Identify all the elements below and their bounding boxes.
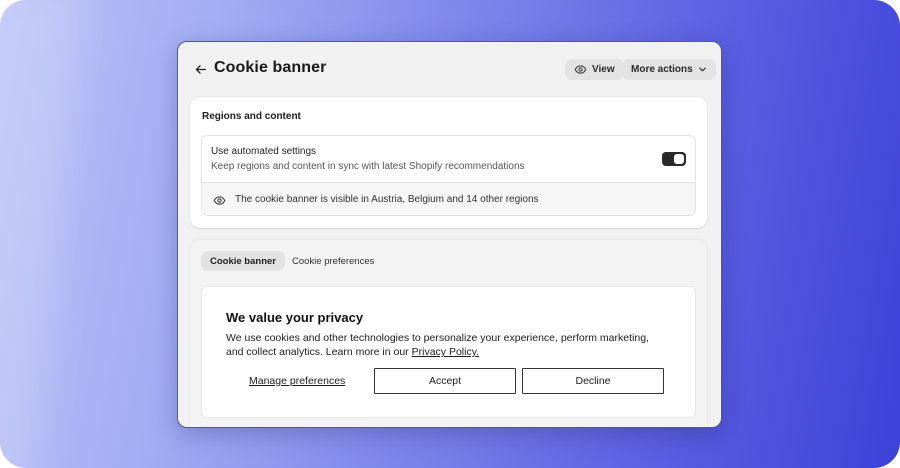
accept-button[interactable]: Accept <box>374 368 516 394</box>
automated-settings-title: Use automated settings <box>211 146 317 157</box>
page-header: Cookie banner View More actions <box>178 42 721 97</box>
automated-settings-toggle[interactable] <box>662 152 686 166</box>
tab-cookie-preferences[interactable]: Cookie preferences <box>283 251 383 271</box>
preview-card: Cookie banner Cookie preferences We valu… <box>190 240 707 427</box>
more-actions-label: More actions <box>631 64 693 75</box>
visibility-text: The cookie banner is visible in Austria,… <box>235 194 539 205</box>
eye-icon <box>574 63 587 76</box>
regions-heading: Regions and content <box>202 111 301 122</box>
back-button[interactable] <box>192 61 208 77</box>
automated-settings-row: Use automated settings Keep regions and … <box>202 136 695 183</box>
toggle-knob <box>674 154 684 164</box>
eye-icon <box>213 194 226 207</box>
more-actions-button[interactable]: More actions <box>622 59 716 80</box>
arrow-left-icon <box>194 63 207 76</box>
background: Cookie banner View More actions Regions … <box>0 0 900 468</box>
regions-settings-box: Use automated settings Keep regions and … <box>201 135 696 216</box>
automated-settings-description: Keep regions and content in sync with la… <box>211 161 525 172</box>
view-button-label: View <box>592 64 615 75</box>
page-title: Cookie banner <box>214 59 327 76</box>
tab-cookie-banner[interactable]: Cookie banner <box>201 251 285 271</box>
regions-card: Regions and content Use automated settin… <box>190 97 707 228</box>
manage-preferences-link[interactable]: Manage preferences <box>249 375 345 387</box>
privacy-policy-link[interactable]: Privacy Policy. <box>412 346 480 358</box>
visibility-row: The cookie banner is visible in Austria,… <box>202 183 695 215</box>
banner-title: We value your privacy <box>226 310 364 325</box>
app-window: Cookie banner View More actions Regions … <box>177 41 722 428</box>
chevron-down-icon <box>698 65 707 74</box>
banner-text: We use cookies and other technologies to… <box>226 331 666 359</box>
cookie-banner-preview: We value your privacy We use cookies and… <box>201 286 696 418</box>
decline-button[interactable]: Decline <box>522 368 664 394</box>
view-button[interactable]: View <box>565 59 624 80</box>
